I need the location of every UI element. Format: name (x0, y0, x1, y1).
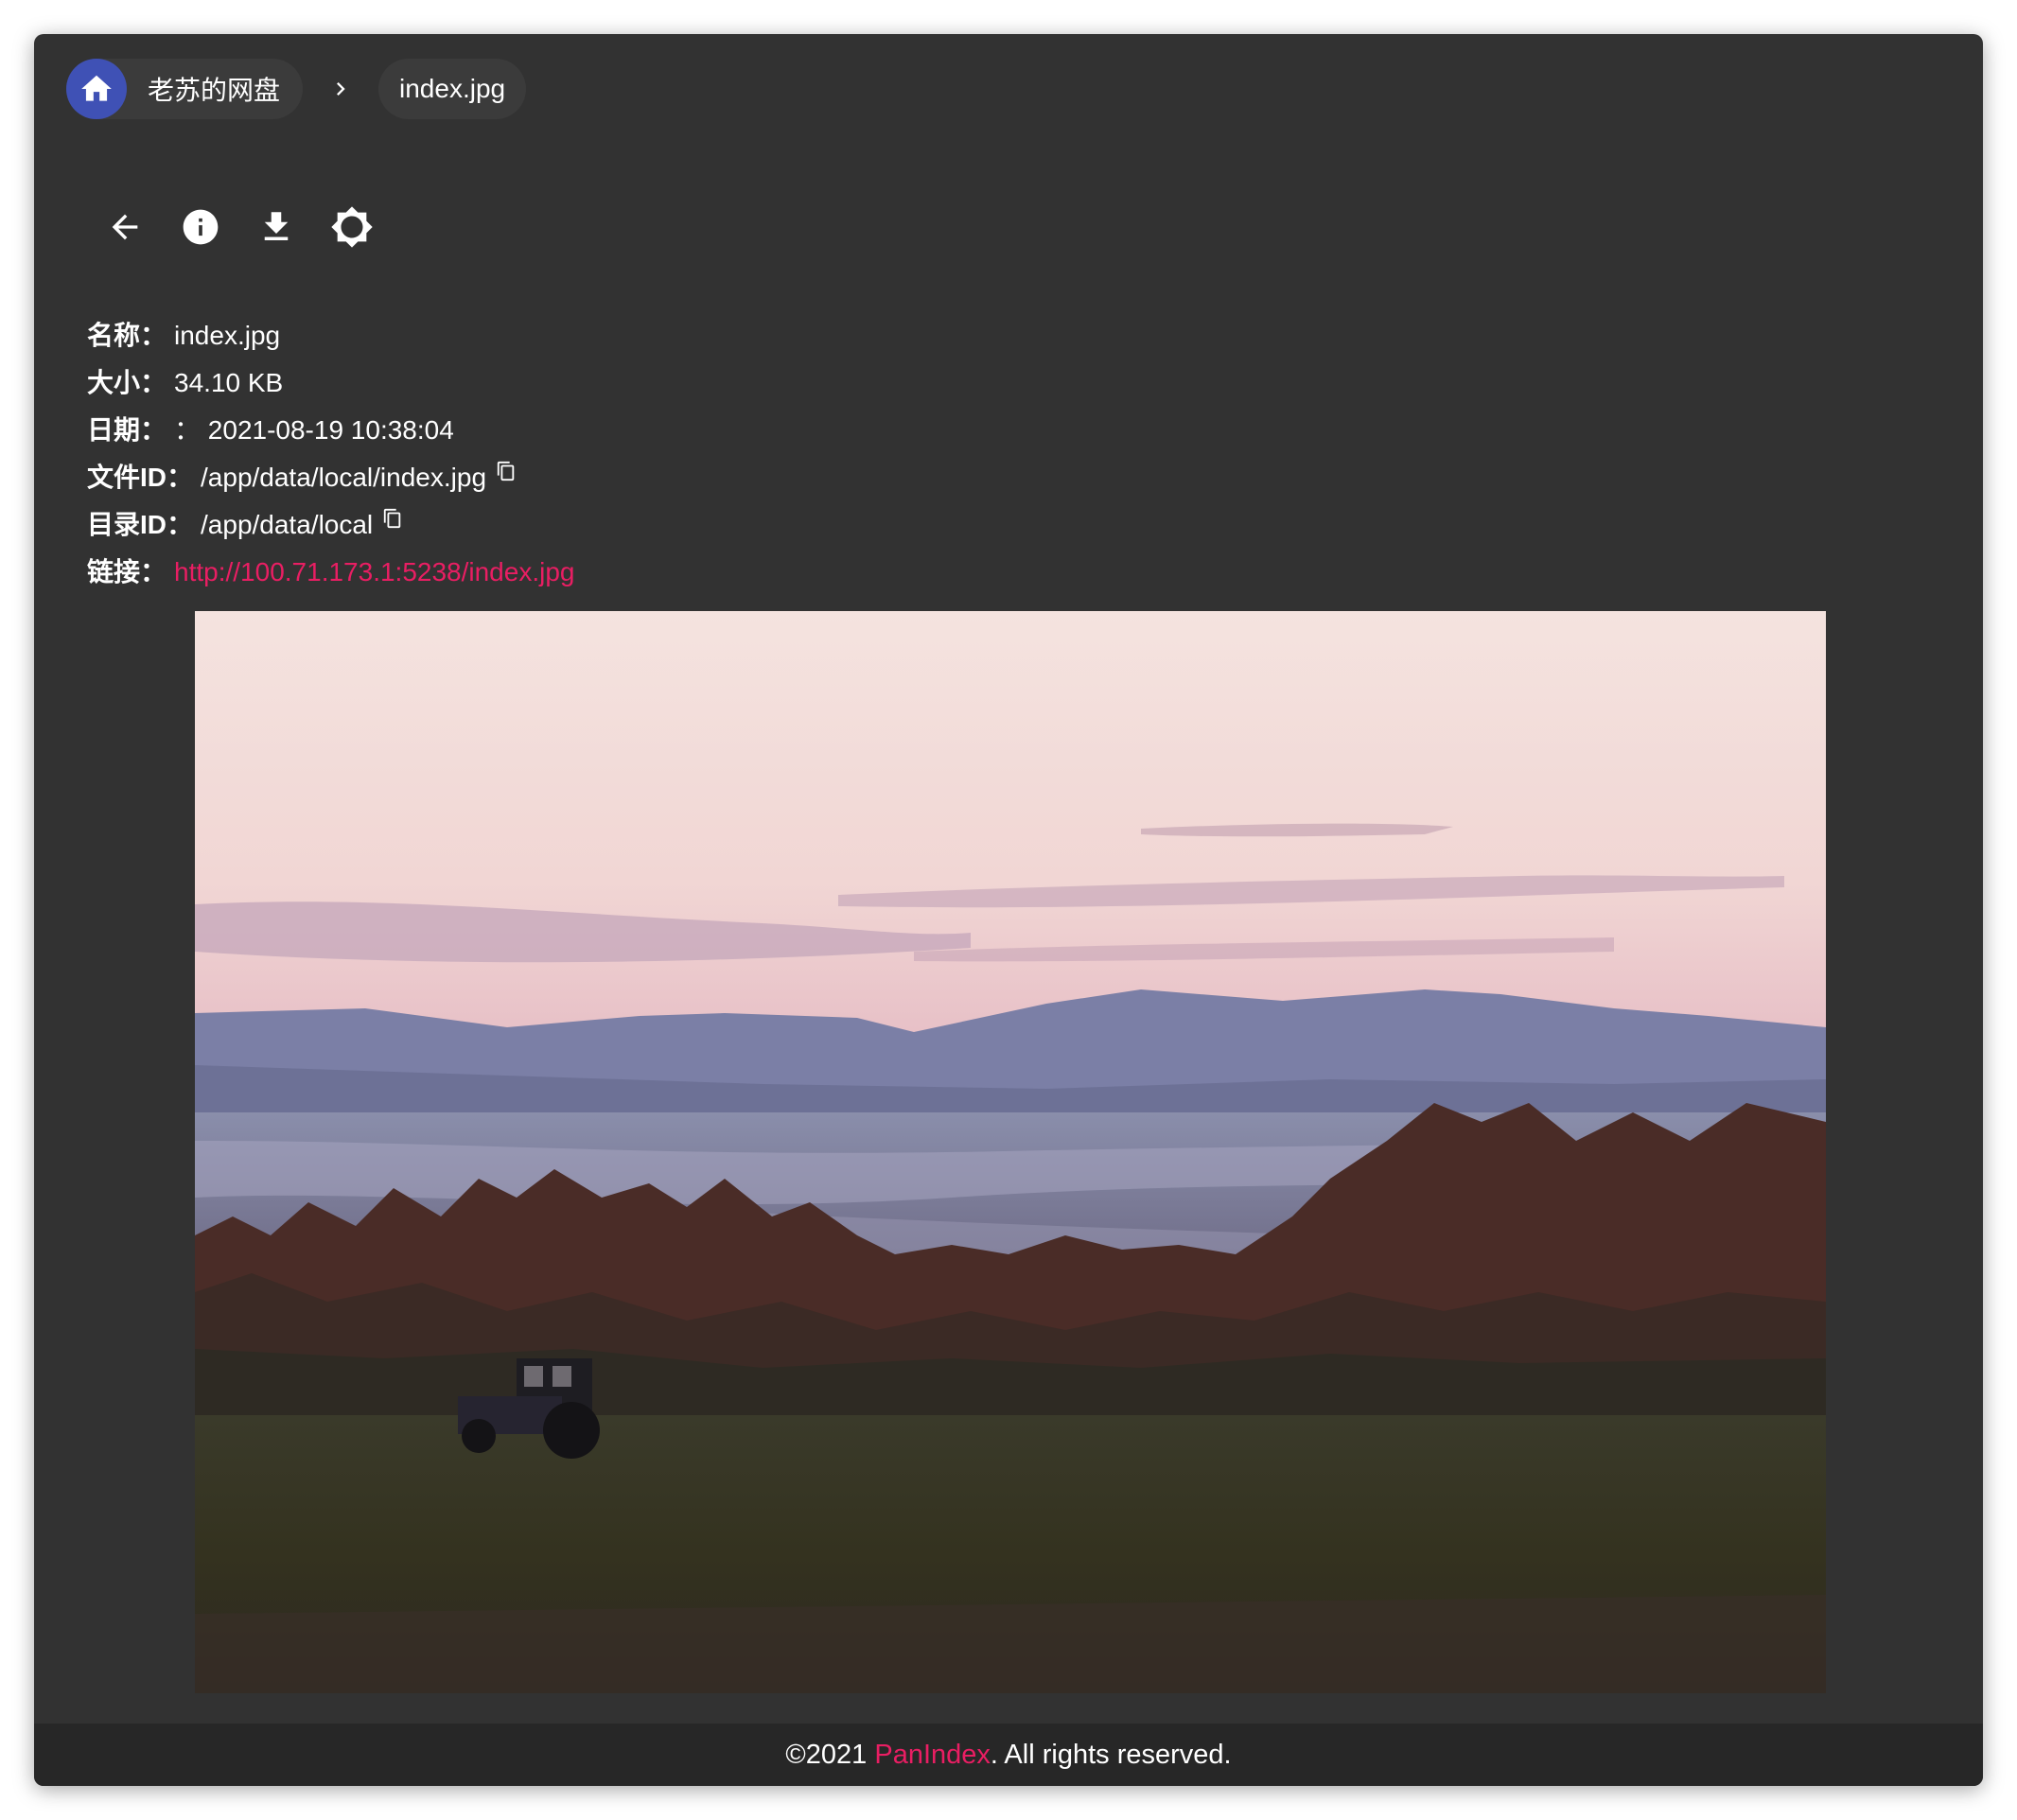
info-row-size: 大小： 34.10 KB (87, 359, 574, 407)
info-row-link: 链接： http://100.71.173.1:5238/index.jpg (87, 549, 574, 596)
breadcrumb-home[interactable]: 老苏的网盘 (66, 59, 304, 119)
breadcrumb: 老苏的网盘 index.jpg (66, 59, 527, 119)
footer-brand-link[interactable]: PanIndex (874, 1740, 991, 1771)
date-label: 日期： (87, 415, 167, 445)
link-label: 链接： (87, 557, 167, 586)
file-info: 名称： index.jpg 大小： 34.10 KB 日期： ： 2021-08… (87, 312, 574, 596)
dir-id-label: 目录ID： (87, 510, 194, 539)
home-icon (66, 59, 127, 119)
size-label: 大小： (87, 368, 167, 397)
info-button[interactable] (174, 201, 227, 254)
info-row-file-id: 文件ID： /app/data/local/index.jpg (87, 454, 574, 501)
info-row-dir-id: 目录ID： /app/data/local (87, 501, 574, 549)
download-button[interactable] (250, 201, 303, 254)
breadcrumb-current-file[interactable]: index.jpg (378, 59, 527, 119)
file-link[interactable]: http://100.71.173.1:5238/index.jpg (174, 549, 574, 596)
date-value: ： 2021-08-19 10:38:04 (174, 415, 454, 445)
footer-rights: . All rights reserved. (990, 1739, 1232, 1770)
dir-id-value: /app/data/local (201, 510, 374, 539)
image-preview (195, 611, 1826, 1693)
file-toolbar (98, 201, 401, 254)
breadcrumb-file-label: index.jpg (399, 74, 506, 103)
theme-toggle-button[interactable] (325, 201, 378, 254)
info-icon (183, 209, 219, 245)
back-button[interactable] (98, 201, 151, 254)
arrow-back-icon (112, 214, 138, 240)
copy-dir-id-icon[interactable] (382, 507, 403, 530)
breadcrumb-home-label: 老苏的网盘 (148, 76, 281, 105)
app-window: 老苏的网盘 index.jpg 名称： index.jpg 大小： 34.10 … (34, 34, 1983, 1786)
file-id-label: 文件ID： (87, 463, 194, 492)
download-icon (264, 212, 289, 240)
size-value: 34.10 KB (174, 368, 284, 397)
info-row-date: 日期： ： 2021-08-19 10:38:04 (87, 407, 574, 454)
name-value: index.jpg (174, 321, 281, 350)
chevron-right-icon (327, 76, 354, 102)
copy-file-id-icon[interactable] (496, 460, 517, 482)
footer: ©2021 PanIndex . All rights reserved. (34, 1724, 1983, 1786)
name-label: 名称： (87, 321, 167, 350)
footer-copyright: ©2021 (785, 1739, 875, 1770)
info-row-name: 名称： index.jpg (87, 312, 574, 359)
brightness-icon (331, 206, 373, 248)
file-id-value: /app/data/local/index.jpg (201, 463, 487, 492)
